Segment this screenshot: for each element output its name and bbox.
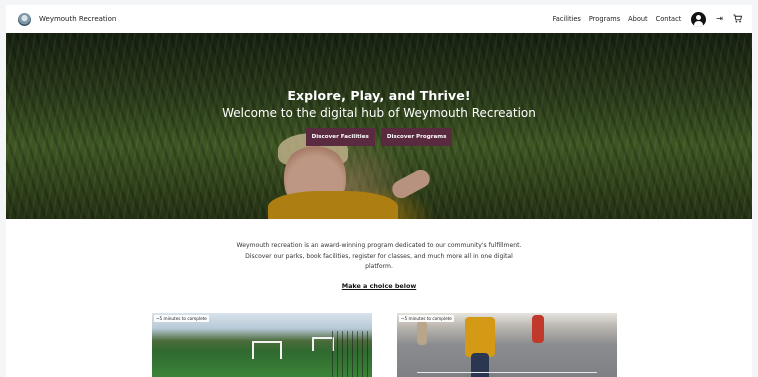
hero-subtitle: Welcome to the digital hub of Weymouth R…: [222, 106, 536, 120]
soccer-goal-image: [312, 337, 334, 351]
user-icon[interactable]: [691, 11, 707, 27]
hero-buttons: Discover Facilities Discover Programs: [6, 128, 752, 146]
nav-programs[interactable]: Programs: [589, 15, 620, 23]
cart-icon[interactable]: [733, 13, 743, 25]
soccer-goal-image: [252, 341, 282, 359]
nav-icons: ⇥: [691, 11, 743, 27]
brand[interactable]: Weymouth Recreation: [18, 12, 117, 26]
court-line: [417, 372, 597, 373]
nav-contact[interactable]: Contact: [656, 15, 682, 23]
time-badge: ~5 minutes to complete: [399, 315, 454, 322]
brand-name: Weymouth Recreation: [39, 15, 117, 23]
page: Weymouth Recreation Facilities Programs …: [6, 5, 752, 377]
cart-icon-svg: [733, 13, 743, 22]
player-image: [465, 317, 495, 357]
site-header: Weymouth Recreation Facilities Programs …: [6, 5, 752, 33]
nav-about[interactable]: About: [628, 15, 648, 23]
logout-icon[interactable]: ⇥: [716, 15, 723, 23]
player-image: [471, 353, 489, 377]
programs-card[interactable]: ~5 minutes to complete: [397, 313, 617, 377]
logo-icon: [18, 12, 31, 26]
make-choice-link[interactable]: Make a choice below: [342, 282, 417, 290]
player-image: [532, 315, 544, 343]
facilities-card[interactable]: ~5 minutes to complete: [152, 313, 372, 377]
player-image: [417, 321, 427, 345]
hero-content: Explore, Play, and Thrive! Welcome to th…: [6, 88, 752, 146]
hero-banner: Explore, Play, and Thrive! Welcome to th…: [6, 33, 752, 219]
intro-section: Weymouth recreation is an award-winning …: [6, 219, 752, 292]
time-badge: ~5 minutes to complete: [154, 315, 209, 322]
nav-facilities[interactable]: Facilities: [553, 15, 581, 23]
fence-image: [332, 331, 372, 377]
discover-facilities-button[interactable]: Discover Facilities: [305, 128, 375, 146]
hero-title: Explore, Play, and Thrive!: [287, 88, 471, 103]
discover-programs-button[interactable]: Discover Programs: [380, 128, 453, 146]
intro-text: Weymouth recreation is an award-winning …: [236, 242, 522, 270]
main-nav: Facilities Programs About Contact ⇥: [545, 11, 743, 27]
